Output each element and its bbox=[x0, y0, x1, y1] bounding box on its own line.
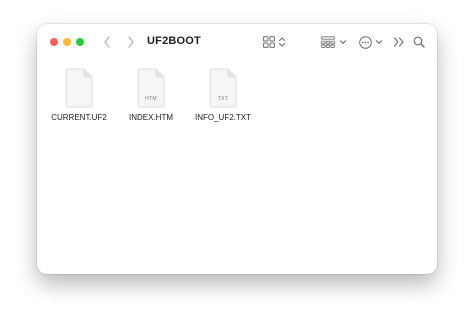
finder-window: UF2BOOT CURRENT.UF2 HTM INDEX.HTM TXT IN… bbox=[37, 24, 437, 274]
group-by-icon bbox=[321, 36, 335, 48]
file-item[interactable]: TXT INFO_UF2.TXT bbox=[183, 68, 263, 122]
file-name: INFO_UF2.TXT bbox=[194, 113, 251, 122]
chevron-left-icon bbox=[104, 36, 110, 48]
window-title: UF2BOOT bbox=[147, 35, 201, 47]
file-item[interactable]: CURRENT.UF2 bbox=[39, 68, 119, 122]
document-icon: HTM bbox=[135, 68, 167, 108]
close-button[interactable] bbox=[50, 38, 58, 46]
chevron-down-icon bbox=[339, 40, 347, 44]
magnifying-glass-icon bbox=[413, 36, 425, 48]
more-actions-button[interactable] bbox=[359, 33, 383, 51]
maximize-button[interactable] bbox=[76, 38, 84, 46]
file-item[interactable]: HTM INDEX.HTM bbox=[111, 68, 191, 122]
document-icon: TXT bbox=[207, 68, 239, 108]
file-name: CURRENT.UF2 bbox=[51, 113, 107, 122]
back-button[interactable] bbox=[99, 33, 115, 51]
ellipsis-circle-icon bbox=[359, 35, 372, 49]
chevron-down-icon bbox=[375, 40, 383, 44]
document-icon bbox=[63, 68, 95, 108]
chevron-right-icon bbox=[128, 36, 134, 48]
chevron-updown-icon bbox=[278, 37, 286, 47]
view-mode-button[interactable] bbox=[263, 33, 286, 51]
group-by-button[interactable] bbox=[321, 33, 347, 51]
file-extension-label: HTM bbox=[145, 96, 157, 102]
grid-view-icon bbox=[263, 36, 275, 48]
forward-button[interactable] bbox=[123, 33, 139, 51]
file-extension-label: TXT bbox=[217, 96, 229, 102]
double-chevron-right-icon bbox=[393, 37, 404, 47]
toolbar-overflow-button[interactable] bbox=[393, 33, 405, 51]
search-button[interactable] bbox=[413, 33, 425, 51]
toolbar: UF2BOOT bbox=[37, 24, 437, 60]
file-name: INDEX.HTM bbox=[129, 113, 173, 122]
minimize-button[interactable] bbox=[63, 38, 71, 46]
